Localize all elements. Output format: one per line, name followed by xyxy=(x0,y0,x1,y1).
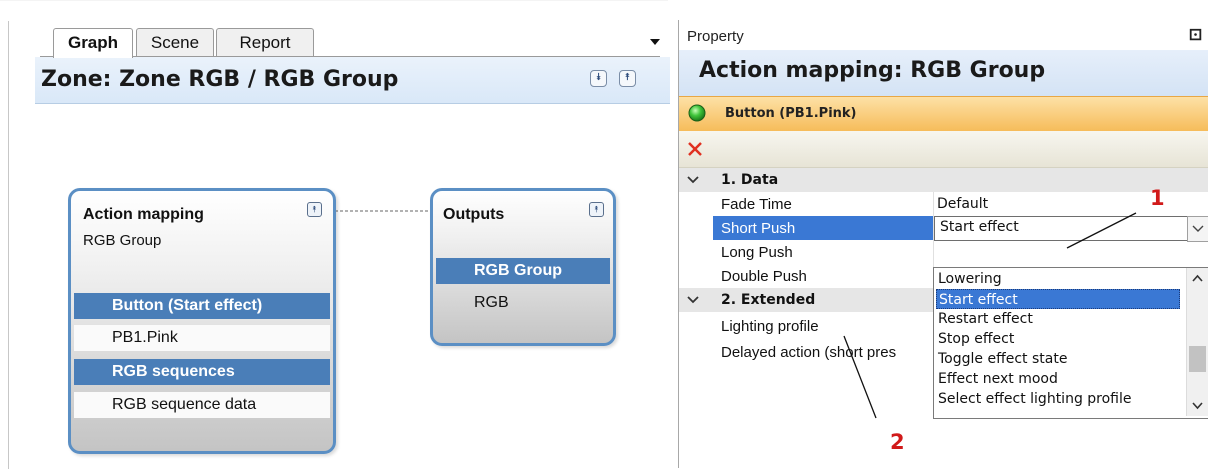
annotation-label-2: 2 xyxy=(890,430,905,454)
annotation-label-1: 1 xyxy=(1150,186,1165,210)
tab-graph[interactable]: Graph xyxy=(53,28,133,58)
annotation-lines xyxy=(843,212,1137,419)
